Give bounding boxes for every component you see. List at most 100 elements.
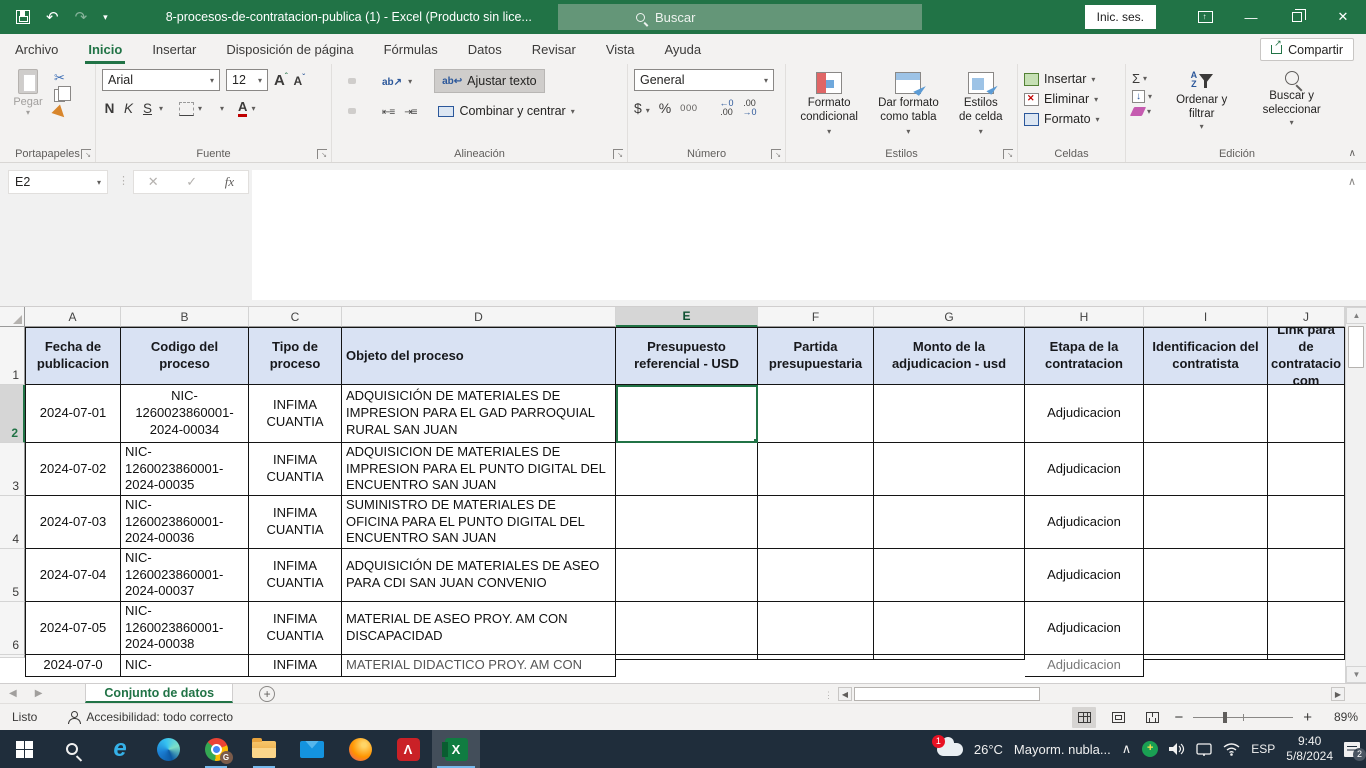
- scroll-down-icon[interactable]: ▼: [1346, 666, 1366, 683]
- orientation-button[interactable]: ab↗: [378, 69, 406, 93]
- sheet-tab-conjunto-de-datos[interactable]: Conjunto de datos: [85, 684, 233, 703]
- fill-color-dropdown-icon[interactable]: ▾: [220, 104, 224, 113]
- weather-temperature[interactable]: 26°C: [974, 742, 1003, 757]
- cell-c5[interactable]: INFIMA CUANTIA: [249, 549, 342, 602]
- insert-cells-button[interactable]: Insertar ▾: [1024, 72, 1119, 86]
- excel-taskbar-button[interactable]: X: [432, 730, 480, 768]
- cell-c6[interactable]: INFIMA CUANTIA: [249, 602, 342, 655]
- decrease-indent-button[interactable]: ⇤≡: [378, 99, 398, 123]
- orientation-dropdown-icon[interactable]: ▾: [408, 77, 412, 86]
- name-box[interactable]: E2 ▾: [8, 170, 108, 194]
- name-box-splitter[interactable]: ⋮: [118, 174, 129, 187]
- firefox-button[interactable]: [336, 730, 384, 768]
- insert-function-icon[interactable]: fx: [225, 174, 234, 190]
- page-break-view-button[interactable]: [1140, 707, 1164, 728]
- currency-format-button[interactable]: $ ▾: [634, 100, 650, 116]
- format-painter-icon[interactable]: [52, 105, 69, 122]
- fill-handle[interactable]: [753, 438, 758, 443]
- collapse-formula-bar-icon[interactable]: ∧: [1348, 175, 1356, 188]
- column-header-e[interactable]: E: [616, 307, 758, 327]
- column-header-b[interactable]: B: [121, 307, 249, 327]
- mail-button[interactable]: [288, 730, 336, 768]
- font-name-select[interactable]: Arial ▾: [102, 69, 220, 91]
- close-button[interactable]: ✕: [1320, 0, 1366, 34]
- confirm-entry-icon[interactable]: ✓: [186, 174, 197, 190]
- column-header-h[interactable]: H: [1025, 307, 1144, 327]
- volume-icon[interactable]: [1169, 742, 1185, 756]
- header-cell-link[interactable]: Link para de contratacio com: [1268, 327, 1345, 385]
- cell-a7[interactable]: 2024-07-0: [25, 655, 121, 677]
- ready-status[interactable]: Listo: [12, 710, 37, 724]
- font-size-select[interactable]: 12 ▾: [226, 69, 268, 91]
- file-explorer-button[interactable]: [240, 730, 288, 768]
- cell-i7[interactable]: [1144, 655, 1268, 660]
- weather-description[interactable]: Mayorm. nubla...: [1014, 742, 1111, 757]
- increase-font-icon[interactable]: Aˆ: [274, 72, 288, 89]
- increase-indent-button[interactable]: ⇥≡: [400, 99, 420, 123]
- tab-revisar[interactable]: Revisar: [517, 34, 591, 64]
- clear-button[interactable]: ▾: [1132, 107, 1152, 116]
- row-header-1[interactable]: 1: [0, 327, 25, 385]
- delete-cells-button[interactable]: Eliminar ▾: [1024, 92, 1119, 106]
- vertical-scroll-thumb[interactable]: [1348, 326, 1364, 368]
- paste-button[interactable]: Pegar ▾: [6, 69, 50, 119]
- zoom-out-icon[interactable]: −: [1174, 709, 1183, 726]
- align-center-button[interactable]: [348, 108, 356, 114]
- cell-f6[interactable]: [758, 602, 874, 655]
- cell-h4[interactable]: Adjudicacion: [1025, 496, 1144, 549]
- copy-icon[interactable]: [54, 89, 65, 102]
- underline-button[interactable]: S: [140, 101, 155, 116]
- tab-disposicion[interactable]: Disposición de página: [211, 34, 368, 64]
- internet-explorer-button[interactable]: e: [96, 730, 144, 768]
- scroll-right-icon[interactable]: ▶: [1331, 687, 1345, 701]
- page-layout-view-button[interactable]: [1106, 707, 1130, 728]
- numero-dialog-launcher[interactable]: ↘: [771, 149, 781, 159]
- tab-vista[interactable]: Vista: [591, 34, 650, 64]
- cell-b6[interactable]: NIC-1260023860001-2024-00038: [121, 602, 249, 655]
- cell-b7[interactable]: NIC-: [121, 655, 249, 677]
- header-cell-partida[interactable]: Partida presupuestaria: [758, 327, 874, 385]
- cell-g7[interactable]: [874, 655, 1025, 660]
- wrap-text-button[interactable]: ab↩ Ajustar texto: [434, 69, 545, 93]
- undo-icon[interactable]: ↶: [46, 10, 59, 25]
- header-cell-fecha[interactable]: Fecha de publicacion: [25, 327, 121, 385]
- next-sheet-icon[interactable]: ▶: [26, 684, 52, 703]
- cell-b5[interactable]: NIC-1260023860001-2024-00037: [121, 549, 249, 602]
- column-header-g[interactable]: G: [874, 307, 1025, 327]
- clock[interactable]: 9:40 5/8/2024: [1286, 734, 1333, 764]
- merge-center-button[interactable]: Combinar y centrar ▾: [434, 102, 578, 120]
- cell-j3[interactable]: [1268, 443, 1345, 496]
- tab-insertar[interactable]: Insertar: [137, 34, 211, 64]
- cell-c7[interactable]: INFIMA: [249, 655, 342, 677]
- cell-g4[interactable]: [874, 496, 1025, 549]
- fill-button[interactable]: ↓▾: [1132, 90, 1152, 103]
- cancel-entry-icon[interactable]: ✕: [148, 174, 159, 190]
- cell-g3[interactable]: [874, 443, 1025, 496]
- align-middle-button[interactable]: [348, 78, 356, 84]
- restore-button[interactable]: [1274, 0, 1320, 34]
- share-button[interactable]: Compartir: [1260, 38, 1354, 61]
- sort-filter-button[interactable]: AZ Ordenar y filtrar ▾: [1162, 71, 1241, 144]
- decrease-decimal-button[interactable]: .00→0: [743, 99, 757, 118]
- alineacion-dialog-launcher[interactable]: ↘: [613, 149, 623, 159]
- zoom-level[interactable]: 89%: [1322, 710, 1358, 724]
- number-format-select[interactable]: General ▾: [634, 69, 774, 91]
- scroll-left-icon[interactable]: ◀: [838, 687, 852, 701]
- cell-j2[interactable]: [1268, 385, 1345, 443]
- cell-a5[interactable]: 2024-07-04: [25, 549, 121, 602]
- cell-e6[interactable]: [616, 602, 758, 655]
- percent-format-button[interactable]: %: [659, 100, 671, 116]
- customize-qat-icon[interactable]: ▾: [103, 13, 108, 22]
- cell-c4[interactable]: INFIMA CUANTIA: [249, 496, 342, 549]
- accessibility-status[interactable]: Accesibilidad: todo correcto: [67, 710, 233, 724]
- header-cell-tipo[interactable]: Tipo de proceso: [249, 327, 342, 385]
- new-sheet-icon[interactable]: +: [259, 686, 275, 702]
- estilos-dialog-launcher[interactable]: ↘: [1003, 149, 1013, 159]
- save-icon[interactable]: [16, 10, 30, 24]
- horizontal-scrollbar[interactable]: ◀ ▶: [838, 687, 1345, 701]
- font-color-dropdown-icon[interactable]: ▾: [251, 104, 255, 113]
- vertical-scrollbar[interactable]: ▲ ▼: [1345, 307, 1366, 683]
- start-button[interactable]: [0, 730, 48, 768]
- align-bottom-button[interactable]: [358, 78, 366, 84]
- cell-c2[interactable]: INFIMA CUANTIA: [249, 385, 342, 443]
